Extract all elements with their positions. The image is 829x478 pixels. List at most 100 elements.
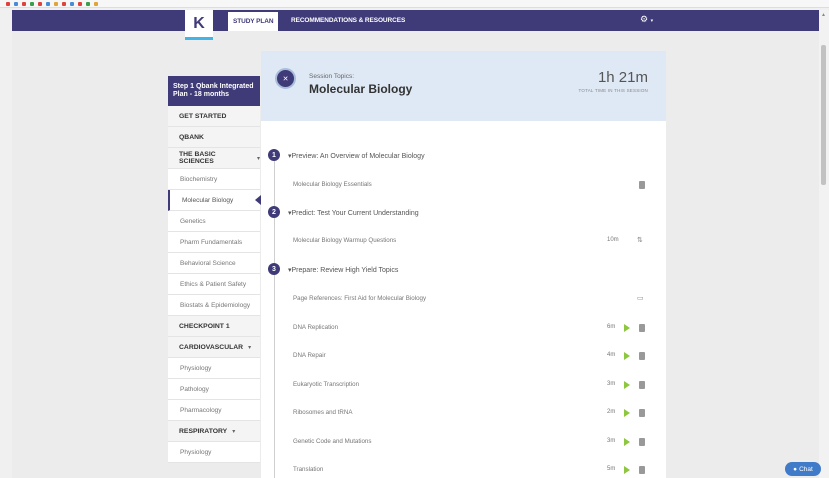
bookmark-item[interactable] (38, 1, 42, 6)
sidebar-item-label: RESPIRATORY (179, 427, 228, 435)
row-duration: 6m (607, 324, 616, 330)
scroll-up-arrow-icon[interactable]: ▲ (821, 12, 826, 18)
chevron-down-icon: ▾ (650, 18, 654, 24)
bookmark-item[interactable] (62, 1, 66, 6)
sidebar-item-behavioral-science[interactable]: Behavioral Science (168, 253, 260, 274)
sidebar-item-cv-pathology[interactable]: Pathology (168, 379, 260, 400)
chat-bubble-icon: ● (793, 465, 798, 473)
logo-letter: K (193, 14, 205, 32)
session-row-page-references[interactable]: Page References: First Aid for Molecular… (261, 286, 666, 312)
bookmark-item[interactable] (54, 1, 58, 6)
book-icon[interactable]: ▭ (637, 294, 644, 302)
row-duration: 3m (607, 438, 616, 444)
sidebar-item-genetics[interactable]: Genetics (168, 211, 260, 232)
bookmark-item[interactable] (14, 1, 18, 6)
step-title-predict[interactable]: ▾Predict: Test Your Current Understandin… (288, 209, 419, 217)
tab-recommendations-resources[interactable]: RECOMMENDATIONS & RESOURCES (291, 10, 405, 31)
session-topics-label: Session Topics: (309, 73, 355, 80)
step-number-3: 3 (268, 263, 280, 275)
bookmark-item[interactable] (30, 1, 34, 6)
bookmark-item[interactable] (78, 1, 82, 6)
tab-label: RECOMMENDATIONS & RESOURCES (291, 17, 406, 24)
sidebar-item-label: Behavioral Science (180, 259, 236, 267)
document-icon[interactable] (639, 409, 645, 417)
sidebar-item-cv-physiology[interactable]: Physiology (168, 358, 260, 379)
sidebar-item-qbank[interactable]: QBANK (168, 127, 260, 148)
study-plan-sidebar: Step 1 Qbank Integrated Plan - 18 months… (168, 76, 261, 478)
bookmark-item[interactable] (6, 1, 10, 6)
session-row-translation[interactable]: Translation 5m (261, 457, 666, 478)
sidebar-item-biochemistry[interactable]: Biochemistry (168, 169, 260, 190)
session-row-dna-repair[interactable]: DNA Repair 4m (261, 343, 666, 369)
sidebar-item-label: Physiology (180, 364, 212, 372)
page-scrollbar[interactable]: ▲ (819, 10, 829, 478)
bookmarks-bar (0, 0, 829, 8)
chat-button[interactable]: ● Chat (785, 462, 821, 476)
session-row-ribosomes-trna[interactable]: Ribosomes and tRNA 2m (261, 400, 666, 426)
settings-menu[interactable]: ⚙ ▾ (640, 14, 653, 25)
play-icon[interactable] (624, 409, 630, 417)
step-number-2: 2 (268, 206, 280, 218)
bookmark-item[interactable] (86, 1, 90, 6)
step-number-1: 1 (268, 149, 280, 161)
sidebar-item-label: Genetics (180, 217, 206, 225)
sidebar-item-molecular-biology[interactable]: Molecular Biology (168, 190, 261, 211)
molecular-biology-icon: ✕ (275, 68, 296, 89)
sidebar-item-label: Physiology (180, 448, 212, 456)
bookmark-item[interactable] (22, 1, 26, 6)
play-icon[interactable] (624, 466, 630, 474)
sidebar-item-cv-pharmacology[interactable]: Pharmacology (168, 400, 260, 421)
play-icon[interactable] (624, 438, 630, 446)
sidebar-item-resp-physiology[interactable]: Physiology (168, 442, 260, 463)
document-icon[interactable] (639, 352, 645, 360)
sidebar-item-checkpoint-1[interactable]: CHECKPOINT 1 (168, 316, 260, 337)
sidebar-item-label: Pathology (180, 385, 209, 393)
row-duration: 10m (607, 237, 619, 243)
kaplan-logo[interactable]: K (185, 10, 213, 40)
tab-study-plan[interactable]: STUDY PLAN (228, 10, 279, 31)
sidebar-item-ethics-patient-safety[interactable]: Ethics & Patient Safety (168, 274, 260, 295)
step-title-preview[interactable]: ▾Preview: An Overview of Molecular Biolo… (288, 152, 425, 160)
bookmark-item[interactable] (70, 1, 74, 6)
sidebar-item-get-started[interactable]: GET STARTED (168, 106, 260, 127)
row-label: Eukaryotic Transcription (293, 381, 360, 388)
scrollbar-thumb[interactable] (821, 45, 826, 185)
document-icon[interactable] (639, 324, 645, 332)
bookmark-item[interactable] (46, 1, 50, 6)
document-icon[interactable] (639, 438, 645, 446)
row-duration: 4m (607, 352, 616, 358)
sidebar-item-biostats-epidemiology[interactable]: Biostats & Epidemiology (168, 295, 260, 316)
play-icon[interactable] (624, 324, 630, 332)
document-icon[interactable] (639, 381, 645, 389)
sidebar-item-basic-sciences[interactable]: THE BASIC SCIENCES ▾ (168, 148, 260, 169)
step-title-prepare[interactable]: ▾Prepare: Review High Yield Topics (288, 266, 398, 274)
sidebar-item-label: Ethics & Patient Safety (180, 280, 247, 288)
document-icon[interactable] (639, 181, 645, 189)
sidebar-item-cardiovascular[interactable]: CARDIOVASCULAR ▾ (168, 337, 260, 358)
sidebar-item-label: GET STARTED (179, 112, 227, 120)
session-row-eukaryotic-transcription[interactable]: Eukaryotic Transcription 3m (261, 372, 666, 398)
bookmark-item[interactable] (94, 1, 98, 6)
row-label: Ribosomes and tRNA (293, 409, 353, 416)
chat-label: Chat (799, 465, 813, 473)
app-window: K STUDY PLAN RECOMMENDATIONS & RESOURCES… (0, 0, 829, 478)
session-row-warmup-questions[interactable]: Molecular Biology Warmup Questions 10m ⇅ (261, 228, 666, 254)
play-icon[interactable] (624, 381, 630, 389)
sidebar-item-respiratory[interactable]: RESPIRATORY ▾ (168, 421, 260, 442)
question-set-icon[interactable]: ⇅ (637, 236, 643, 244)
sidebar-item-label: Pharmacology (180, 406, 222, 414)
session-row-genetic-code-mutations[interactable]: Genetic Code and Mutations 3m (261, 429, 666, 455)
row-label: Genetic Code and Mutations (293, 438, 372, 445)
chevron-down-icon: ▾ (248, 344, 252, 351)
session-row-molecular-biology-essentials[interactable]: Molecular Biology Essentials (261, 172, 666, 198)
chevron-down-icon: ▾ (256, 155, 260, 162)
tab-label: STUDY PLAN (233, 18, 274, 25)
row-label: DNA Repair (293, 352, 326, 359)
document-icon[interactable] (639, 466, 645, 474)
sidebar-item-label: CARDIOVASCULAR (179, 343, 244, 351)
sidebar-item-pharm-fundamentals[interactable]: Pharm Fundamentals (168, 232, 260, 253)
play-icon[interactable] (624, 352, 630, 360)
session-row-dna-replication[interactable]: DNA Replication 6m (261, 315, 666, 341)
sidebar-item-label: Biochemistry (180, 175, 218, 183)
sidebar-item-label: CHECKPOINT 1 (179, 322, 230, 330)
